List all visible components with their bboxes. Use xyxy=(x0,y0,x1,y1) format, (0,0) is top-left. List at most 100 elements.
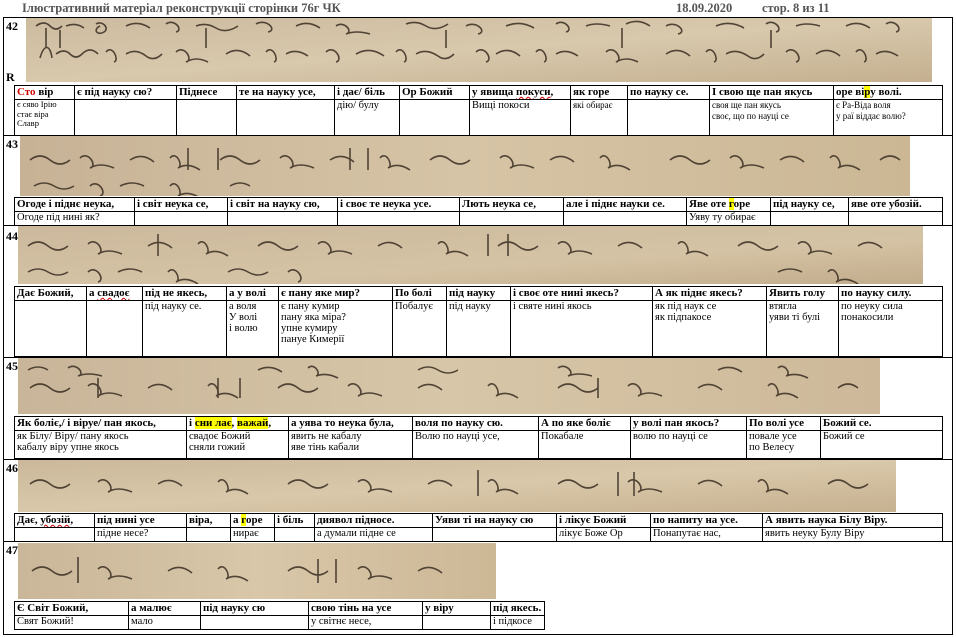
header-cell: під науку сю xyxy=(200,601,309,616)
translation-cell xyxy=(422,615,491,630)
translation-cell: Понапутає нас, xyxy=(650,527,763,542)
translation-cell: нирає xyxy=(230,527,275,542)
translation-cell xyxy=(848,211,943,226)
header-cell: а свадоє xyxy=(86,286,143,301)
header-cell: у волі пан якось? xyxy=(630,416,747,431)
translation-cell xyxy=(186,527,231,542)
header-cell: По волі усе xyxy=(746,416,821,431)
header-cell: Огоде і піднє неука, xyxy=(14,197,135,212)
translation-cell: своя ще пан якусь своє, що по науці се xyxy=(709,99,834,136)
translation-cell xyxy=(432,527,557,542)
header-cell: Лють неука се, xyxy=(459,197,564,212)
header-cell: під нині усе xyxy=(94,513,187,528)
translation-cell: Свят Божий! xyxy=(14,615,129,630)
translation-cell: свадоє Божий сняли гожий xyxy=(186,430,289,459)
header-cell: А по яке боліє xyxy=(538,416,631,431)
header-cell: як горе xyxy=(570,85,628,100)
translation-cell xyxy=(399,99,470,136)
header-cell: А явить наука Білу Віру. xyxy=(762,513,943,528)
line-table-47: Є Світ Божий, а малює під науку сю свою … xyxy=(14,601,545,630)
line-table-45: Як боліє,/ і віруе/ пан якось, і сни лає… xyxy=(14,416,943,459)
translation-cell xyxy=(86,300,143,357)
header-cell: воля по науку сю. xyxy=(412,416,539,431)
translation-cell: під науку xyxy=(446,300,511,357)
header-cell: а горе xyxy=(230,513,275,528)
header-cell: і своє те неука усе. xyxy=(337,197,460,212)
translation-cell: під науку се. xyxy=(142,300,227,357)
translation-cell: у світнє несе, xyxy=(308,615,423,630)
translation-cell xyxy=(200,615,309,630)
line-marker: R xyxy=(6,70,15,84)
manuscript-image-46 xyxy=(18,460,896,512)
manuscript-image-47 xyxy=(18,543,496,599)
translation-cell: лікує Боже Ор xyxy=(556,527,651,542)
header-cell: оре віру волі. xyxy=(833,85,943,100)
manuscript-image-44 xyxy=(18,226,923,284)
header-cell: Дає, убозій, xyxy=(14,513,95,528)
translation-cell xyxy=(14,300,87,357)
header-cell: і дає/ біль xyxy=(334,85,400,100)
header-cell: Уяви ті на науку сю xyxy=(432,513,557,528)
header-cell: Яве оте горе xyxy=(686,197,771,212)
translation-cell: мало xyxy=(128,615,201,630)
translation-cell xyxy=(459,211,564,226)
header-cell: по напиту на усе. xyxy=(650,513,763,528)
translation-cell xyxy=(134,211,228,226)
translation-cell xyxy=(770,211,849,226)
header-cell: Дає Божий, xyxy=(14,286,87,301)
block-divider xyxy=(4,541,952,542)
header-cell: Сто вір xyxy=(14,85,75,100)
header-cell: диявол підносе. xyxy=(314,513,433,528)
translation-cell: Побалує xyxy=(392,300,447,357)
line-table-46: Дає, убозій, під нині усе віра, а горе і… xyxy=(14,513,943,542)
header-cell: Є Світ Божий, xyxy=(14,601,129,616)
line-number: 44 xyxy=(6,229,18,243)
translation-cell: є пану кумир пану яка міра? упне кумиру … xyxy=(278,300,393,357)
translation-cell: Божий се xyxy=(820,430,943,459)
translation-cell: а воля У волі і волю xyxy=(226,300,279,357)
header-cell: і біль xyxy=(274,513,315,528)
translation-cell xyxy=(627,99,710,136)
manuscript-image-45 xyxy=(18,358,880,414)
translation-cell xyxy=(337,211,460,226)
block-divider xyxy=(4,225,952,226)
header-cell: по науку силу. xyxy=(838,286,943,301)
header-cell: яве оте убозій. xyxy=(848,197,943,212)
block-divider xyxy=(4,357,952,358)
header-cell: і сни лає, важай, xyxy=(186,416,289,431)
translation-cell: а думали підне се xyxy=(314,527,433,542)
translation-cell xyxy=(274,527,315,542)
header-cell: є під науку сю? xyxy=(74,85,177,100)
translation-cell: є сяво Ірію стає віра Славр xyxy=(14,99,75,136)
translation-cell xyxy=(14,527,95,542)
header-cell: віра, xyxy=(186,513,231,528)
translation-cell: як під наук се як підпакосе xyxy=(652,300,767,357)
header-cell: те на науку усе, xyxy=(236,85,335,100)
header-cell: Піднесе xyxy=(176,85,237,100)
header-cell: Ор Божий xyxy=(399,85,470,100)
header-cell: а малює xyxy=(128,601,201,616)
translation-cell: Покабале xyxy=(538,430,631,459)
translation-cell xyxy=(227,211,338,226)
header-cell: Божий се. xyxy=(820,416,943,431)
header-cell: і світ неука се, xyxy=(134,197,228,212)
header-cell: у явища покуси, xyxy=(469,85,571,100)
translation-cell xyxy=(563,211,687,226)
line-table-43: Огоде і піднє неука, і світ неука се, і … xyxy=(14,197,943,226)
line-table-42: Сто вір є під науку сю? Піднесе те на на… xyxy=(14,85,943,136)
translation-cell: і святе нині якось xyxy=(510,300,653,357)
line-number: 47 xyxy=(6,543,18,557)
translation-cell: підне несе? xyxy=(94,527,187,542)
translation-cell: як Білу/ Віру/ пану якось кабалу віру уп… xyxy=(14,430,187,459)
header-cell: під науку xyxy=(446,286,511,301)
header-cell: під науку се, xyxy=(770,197,849,212)
line-table-44: Дає Божий, а свадоє під не якесь, а у во… xyxy=(14,286,943,357)
block-divider xyxy=(4,459,952,460)
translation-cell: Уяву ту обирає xyxy=(686,211,771,226)
translation-cell: і підкосе xyxy=(490,615,545,630)
line-number: 43 xyxy=(6,137,18,151)
manuscript-image-42 xyxy=(26,18,932,82)
header-cell: і своє оте нині якесь? xyxy=(510,286,653,301)
header-cell: і світ на науку сю, xyxy=(227,197,338,212)
line-number: 45 xyxy=(6,359,18,373)
